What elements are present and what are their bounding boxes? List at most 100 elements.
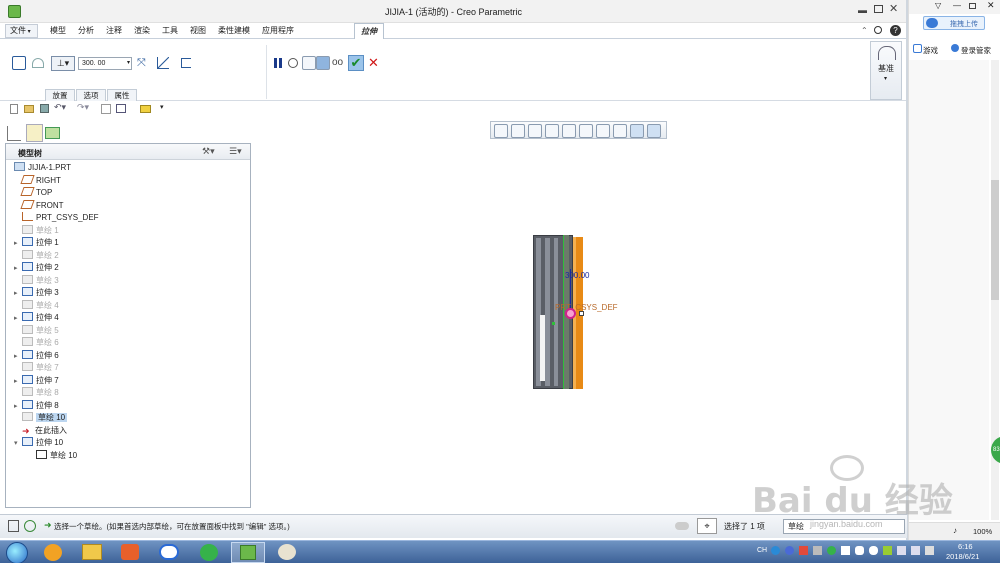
- folder-browser-tab-icon[interactable]: [26, 124, 43, 142]
- ok-button[interactable]: ✔: [348, 55, 364, 71]
- tray-security-icon[interactable]: [799, 546, 808, 555]
- redo-icon[interactable]: ↷▾: [77, 102, 89, 113]
- clock-date[interactable]: 2018/6/21: [946, 552, 979, 561]
- tab-2[interactable]: 注释: [100, 23, 128, 39]
- tree-item[interactable]: ▸ 拉伸 8: [14, 399, 59, 413]
- tab-1[interactable]: 分析: [72, 23, 100, 39]
- tree-item[interactable]: 草绘 4: [14, 299, 59, 312]
- tree-item[interactable]: RIGHT: [14, 174, 61, 187]
- tray-chat-icon[interactable]: [855, 546, 864, 555]
- save-icon[interactable]: [40, 104, 49, 113]
- tree-item[interactable]: 草绘 10: [14, 412, 68, 424]
- tray-cloud-icon[interactable]: [869, 546, 878, 555]
- games-link[interactable]: 游戏: [923, 45, 938, 56]
- zoom-in-icon[interactable]: [511, 124, 525, 138]
- tree-item[interactable]: ▸ 拉伸 3: [14, 287, 59, 299]
- search-icon[interactable]: [874, 26, 882, 34]
- tree-item[interactable]: ▸ 拉伸 1: [14, 237, 59, 249]
- subtab-2[interactable]: 属性: [107, 89, 137, 101]
- expand-arrow-icon[interactable]: ▸: [14, 263, 22, 275]
- tree-item[interactable]: FRONT: [14, 199, 64, 212]
- tray-flag-icon[interactable]: [925, 546, 934, 555]
- subtab-1[interactable]: 选项: [76, 89, 106, 101]
- drag-handle-square[interactable]: [579, 311, 584, 316]
- pause-icon[interactable]: [274, 58, 282, 68]
- display-style-icon[interactable]: [562, 124, 576, 138]
- tree-item[interactable]: 草绘 8: [14, 387, 59, 399]
- drag-handle[interactable]: [565, 308, 576, 319]
- datum-display-icon[interactable]: [613, 124, 627, 138]
- datum-group[interactable]: 基准 ▾: [870, 41, 902, 100]
- ime-indicator[interactable]: CH: [757, 547, 767, 554]
- refit-icon[interactable]: [494, 124, 508, 138]
- side-minimize-icon[interactable]: —: [953, 1, 961, 10]
- windows-icon[interactable]: [116, 104, 126, 113]
- surface-icon[interactable]: [32, 58, 44, 68]
- find-icon[interactable]: ⌖: [697, 518, 717, 534]
- tree-item[interactable]: ▸ 拉伸 4: [14, 312, 59, 324]
- feature-preview-icon[interactable]: [316, 56, 330, 70]
- tree-item[interactable]: ▸ 拉伸 6: [14, 349, 59, 363]
- ribbon-collapse-icon[interactable]: ⌃: [861, 26, 868, 35]
- tree-item[interactable]: ▸ 拉伸 7: [14, 374, 59, 387]
- tab-5[interactable]: 视图: [184, 23, 212, 39]
- expand-arrow-icon[interactable]: ▸: [14, 351, 22, 363]
- login-link[interactable]: 登录管家: [961, 45, 991, 56]
- zoom-out-icon[interactable]: [528, 124, 542, 138]
- tree-item[interactable]: 草绘 5: [14, 324, 59, 337]
- expand-arrow-icon[interactable]: ▸: [14, 288, 22, 300]
- subtab-0[interactable]: 放置: [45, 89, 75, 101]
- tree-item[interactable]: ▸ 拉伸 2: [14, 262, 59, 274]
- tree-columns-icon[interactable]: ☰▾: [229, 146, 242, 157]
- undo-icon[interactable]: ↶▾: [54, 102, 66, 113]
- annotation-display-icon[interactable]: [647, 124, 661, 138]
- start-button[interactable]: [6, 542, 28, 563]
- side-zoom[interactable]: 100%: [973, 527, 992, 536]
- new-file-icon[interactable]: [10, 104, 18, 114]
- clock-time[interactable]: 6:16: [958, 542, 973, 551]
- taskbar-360-icon[interactable]: [200, 544, 218, 561]
- model-geometry[interactable]: [533, 235, 585, 389]
- minimize-button[interactable]: ▬: [858, 5, 868, 15]
- depth-input[interactable]: 300. 00 ▾: [78, 57, 132, 70]
- tray-battery-icon[interactable]: [883, 546, 892, 555]
- side-restore-icon[interactable]: [969, 3, 976, 9]
- tab-6[interactable]: 柔性建模: [212, 23, 256, 39]
- tree-item[interactable]: 草绘 2: [14, 249, 59, 262]
- verify-glasses-icon[interactable]: oo: [332, 57, 343, 68]
- tree-item[interactable]: 草绘 7: [14, 362, 59, 374]
- side-close-icon[interactable]: ✕: [987, 0, 995, 11]
- depth-type-button[interactable]: ⊥▾: [51, 56, 75, 71]
- tree-item[interactable]: 草绘 1: [14, 224, 59, 237]
- tray-tool-icon[interactable]: [813, 546, 822, 555]
- expand-arrow-icon[interactable]: ▸: [14, 313, 22, 325]
- model-tree-tab-icon[interactable]: [7, 126, 21, 141]
- navigator-toggle-icon[interactable]: [8, 520, 19, 532]
- tab-extrude[interactable]: 拉伸: [354, 23, 384, 39]
- view-manager-icon[interactable]: [596, 124, 610, 138]
- tray-s-icon[interactable]: [771, 546, 780, 555]
- upload-button[interactable]: 拖拽上传: [923, 16, 985, 30]
- tray-help-icon[interactable]: [785, 546, 794, 555]
- tree-item[interactable]: 草绘 6: [14, 337, 59, 349]
- taskbar-ie-icon[interactable]: [44, 544, 62, 561]
- tab-3[interactable]: 渲染: [128, 23, 156, 39]
- expand-arrow-icon[interactable]: ▸: [14, 238, 22, 250]
- browser-toggle-icon[interactable]: [24, 520, 36, 532]
- tree-item[interactable]: 草绘 10: [36, 449, 77, 462]
- taskbar-media-icon[interactable]: [121, 544, 139, 560]
- tree-item[interactable]: ➜ 在此插入: [14, 425, 67, 437]
- games-icon[interactable]: [913, 44, 922, 53]
- open-file-icon[interactable]: [24, 105, 34, 113]
- tree-item[interactable]: PRT_CSYS_DEF: [14, 212, 99, 224]
- flip-direction-icon[interactable]: ⤧: [137, 57, 146, 70]
- expand-arrow-icon[interactable]: ▾: [14, 438, 22, 450]
- thicken-icon[interactable]: [181, 58, 191, 68]
- repaint-icon[interactable]: [545, 124, 559, 138]
- expand-arrow-icon[interactable]: ▸: [14, 401, 22, 413]
- side-shirt-icon[interactable]: ▽: [935, 1, 941, 10]
- taskbar-cloud-icon[interactable]: [159, 544, 179, 560]
- tab-0[interactable]: 模型: [44, 23, 72, 39]
- taskbar-explorer-icon[interactable]: [82, 544, 102, 560]
- tray-volume-icon[interactable]: [911, 546, 920, 555]
